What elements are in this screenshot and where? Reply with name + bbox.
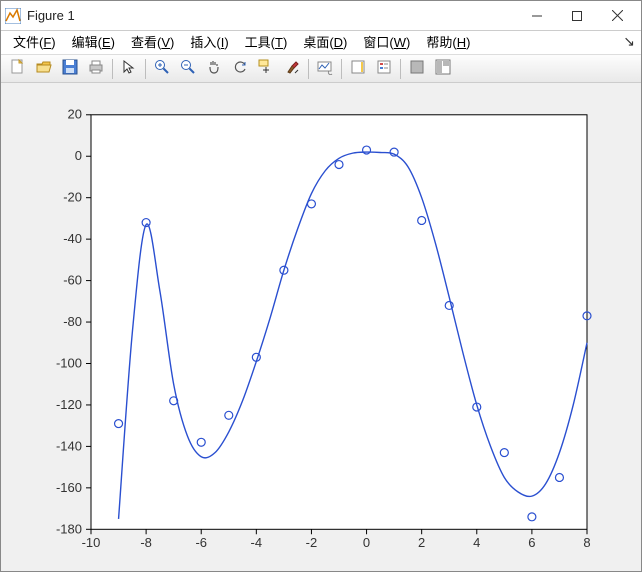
menubar: 文件(F)编辑(E)查看(V)插入(I)工具(T)桌面(D)窗口(W)帮助(H)…	[1, 31, 641, 55]
data-cursor-button[interactable]	[254, 57, 278, 81]
zoom-out-icon	[180, 59, 196, 78]
xtick-label: -6	[195, 535, 207, 550]
xtick-label: 0	[363, 535, 370, 550]
minimize-button[interactable]	[517, 1, 557, 30]
xtick-label: -10	[82, 535, 101, 550]
axes-canvas[interactable]: -10-8-6-4-202468-180-160-140-120-100-80-…	[7, 89, 635, 565]
ytick-label: -180	[56, 521, 82, 536]
pan-button[interactable]	[202, 57, 226, 81]
xtick-label: 4	[473, 535, 480, 550]
legend-icon	[376, 59, 392, 78]
pan-icon	[206, 59, 222, 78]
ytick-label: -160	[56, 480, 82, 495]
ytick-label: -20	[63, 190, 82, 205]
xtick-label: 8	[583, 535, 590, 550]
toolbar-separator	[308, 59, 309, 79]
zoom-in-button[interactable]	[150, 57, 174, 81]
menu-t[interactable]: 工具(T)	[237, 31, 296, 55]
menu-h[interactable]: 帮助(H)	[418, 31, 478, 55]
ytick-label: -60	[63, 273, 82, 288]
chart-svg: -10-8-6-4-202468-180-160-140-120-100-80-…	[7, 89, 635, 565]
print-icon	[88, 59, 104, 78]
layout-button[interactable]	[431, 57, 455, 81]
menu-d[interactable]: 桌面(D)	[295, 31, 355, 55]
legend-button[interactable]	[372, 57, 396, 81]
pointer-button[interactable]	[117, 57, 141, 81]
print-button[interactable]	[84, 57, 108, 81]
menu-e[interactable]: 编辑(E)	[64, 31, 123, 55]
axes-bg	[91, 115, 587, 530]
toolbar-separator	[145, 59, 146, 79]
ytick-label: -100	[56, 356, 82, 371]
app-icon	[5, 8, 21, 24]
xtick-label: -2	[306, 535, 318, 550]
brush-icon	[284, 59, 300, 78]
link-plot-icon	[317, 59, 333, 78]
colorbar-button[interactable]	[346, 57, 370, 81]
ytick-label: -120	[56, 397, 82, 412]
toolbar-separator	[341, 59, 342, 79]
ytick-label: -80	[63, 314, 82, 329]
menu-i[interactable]: 插入(I)	[182, 31, 236, 55]
toolbar	[1, 55, 641, 83]
data-cursor-icon	[258, 59, 274, 78]
menu-f[interactable]: 文件(F)	[5, 31, 64, 55]
open-icon	[36, 59, 52, 78]
dock-button[interactable]	[405, 57, 429, 81]
window-title: Figure 1	[27, 8, 517, 23]
new-button[interactable]	[6, 57, 30, 81]
brush-button[interactable]	[280, 57, 304, 81]
rotate-button[interactable]	[228, 57, 252, 81]
toolbar-separator	[112, 59, 113, 79]
colorbar-icon	[350, 59, 366, 78]
ytick-label: -40	[63, 231, 82, 246]
titlebar[interactable]: Figure 1	[1, 1, 641, 31]
xtick-label: -4	[251, 535, 263, 550]
pointer-icon	[121, 59, 137, 78]
plot-container: -10-8-6-4-202468-180-160-140-120-100-80-…	[1, 83, 641, 571]
save-icon	[62, 59, 78, 78]
menu-v[interactable]: 查看(V)	[123, 31, 182, 55]
figure-window: Figure 1 文件(F)编辑(E)查看(V)插入(I)工具(T)桌面(D)窗…	[0, 0, 642, 572]
layout-icon	[435, 59, 451, 78]
menu-overflow-icon[interactable]: ↘	[623, 33, 635, 50]
toolbar-separator	[400, 59, 401, 79]
xtick-label: 6	[528, 535, 535, 550]
ytick-label: 20	[68, 107, 82, 122]
zoom-in-icon	[154, 59, 170, 78]
xtick-label: -8	[140, 535, 152, 550]
maximize-button[interactable]	[557, 1, 597, 30]
ytick-label: -140	[56, 438, 82, 453]
zoom-out-button[interactable]	[176, 57, 200, 81]
dock-icon	[409, 59, 425, 78]
close-button[interactable]	[597, 1, 637, 30]
ytick-label: 0	[75, 148, 82, 163]
xtick-label: 2	[418, 535, 425, 550]
new-icon	[10, 59, 26, 78]
rotate-icon	[232, 59, 248, 78]
save-button[interactable]	[58, 57, 82, 81]
link-plot-button[interactable]	[313, 57, 337, 81]
menu-w[interactable]: 窗口(W)	[355, 31, 418, 55]
open-button[interactable]	[32, 57, 56, 81]
